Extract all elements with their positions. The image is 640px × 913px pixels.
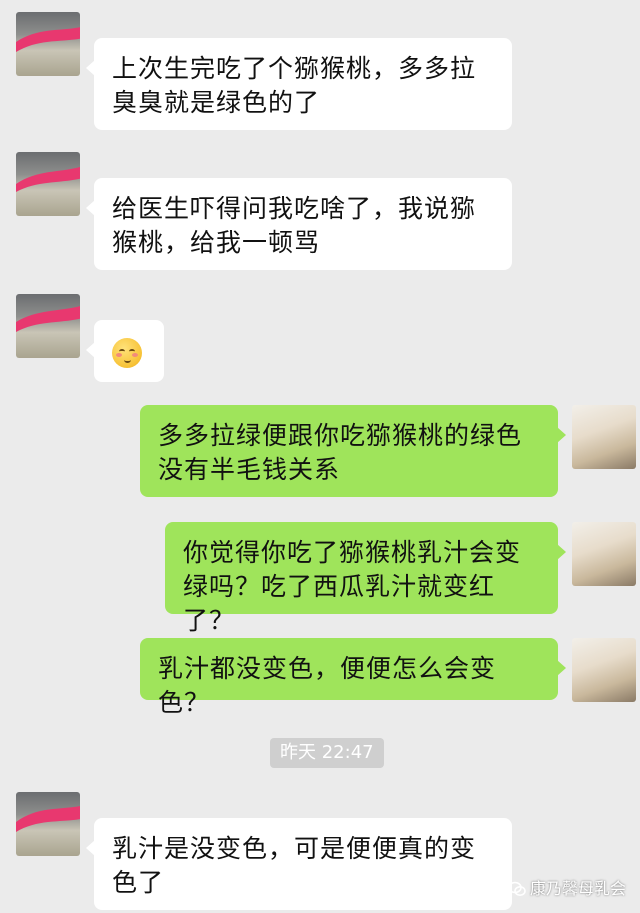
user-avatar[interactable] <box>572 522 636 586</box>
outgoing-message-bubble[interactable]: 多多拉绿便跟你吃猕猴桃的绿色没有半毛钱关系 <box>140 405 566 497</box>
source-watermark: 康乃馨母乳会 <box>508 879 626 899</box>
redaction-mark-icon <box>16 806 80 832</box>
message-text: 给医生吓得问我吃啥了，我说猕猴桃，给我一顿骂 <box>112 194 477 257</box>
contact-avatar[interactable] <box>16 792 80 856</box>
message-text: 你觉得你吃了猕猴桃乳汁会变绿吗？吃了西瓜乳汁就变红了？ <box>183 538 522 635</box>
incoming-emoji-bubble[interactable] <box>86 320 164 382</box>
message-text: 乳汁都没变色，便便怎么会变色？ <box>158 654 497 717</box>
watermark-text: 康乃馨母乳会 <box>529 879 626 898</box>
outgoing-message-bubble[interactable]: 乳汁都没变色，便便怎么会变色？ <box>140 638 566 717</box>
message-text: 上次生完吃了个猕猴桃，多多拉臭臭就是绿色的了 <box>112 54 477 117</box>
contact-avatar[interactable] <box>16 152 80 216</box>
user-avatar[interactable] <box>572 405 636 469</box>
incoming-message-bubble[interactable]: 给医生吓得问我吃啥了，我说猕猴桃，给我一顿骂 <box>86 178 512 270</box>
incoming-message-bubble[interactable]: 乳汁是没变色，可是便便真的变色了 <box>86 818 512 910</box>
wechat-icon <box>508 881 526 896</box>
user-avatar[interactable] <box>572 638 636 702</box>
message-text: 乳汁是没变色，可是便便真的变色了 <box>112 834 477 897</box>
message-text: 多多拉绿便跟你吃猕猴桃的绿色没有半毛钱关系 <box>158 421 523 484</box>
redaction-mark-icon <box>16 27 80 52</box>
outgoing-message-bubble[interactable]: 你觉得你吃了猕猴桃乳汁会变绿吗？吃了西瓜乳汁就变红了？ <box>165 522 566 635</box>
chat-timestamp: 昨天 22:47 <box>270 738 384 768</box>
contact-avatar[interactable] <box>16 294 80 358</box>
chat-view: 上次生完吃了个猕猴桃，多多拉臭臭就是绿色的了 给医生吓得问我吃啥了，我说猕猴桃，… <box>0 0 640 913</box>
redaction-mark-icon <box>16 166 80 192</box>
blushing-smile-emoji-icon <box>112 338 142 368</box>
redaction-mark-icon <box>16 306 80 332</box>
contact-avatar[interactable] <box>16 12 80 76</box>
incoming-message-bubble[interactable]: 上次生完吃了个猕猴桃，多多拉臭臭就是绿色的了 <box>86 38 512 130</box>
